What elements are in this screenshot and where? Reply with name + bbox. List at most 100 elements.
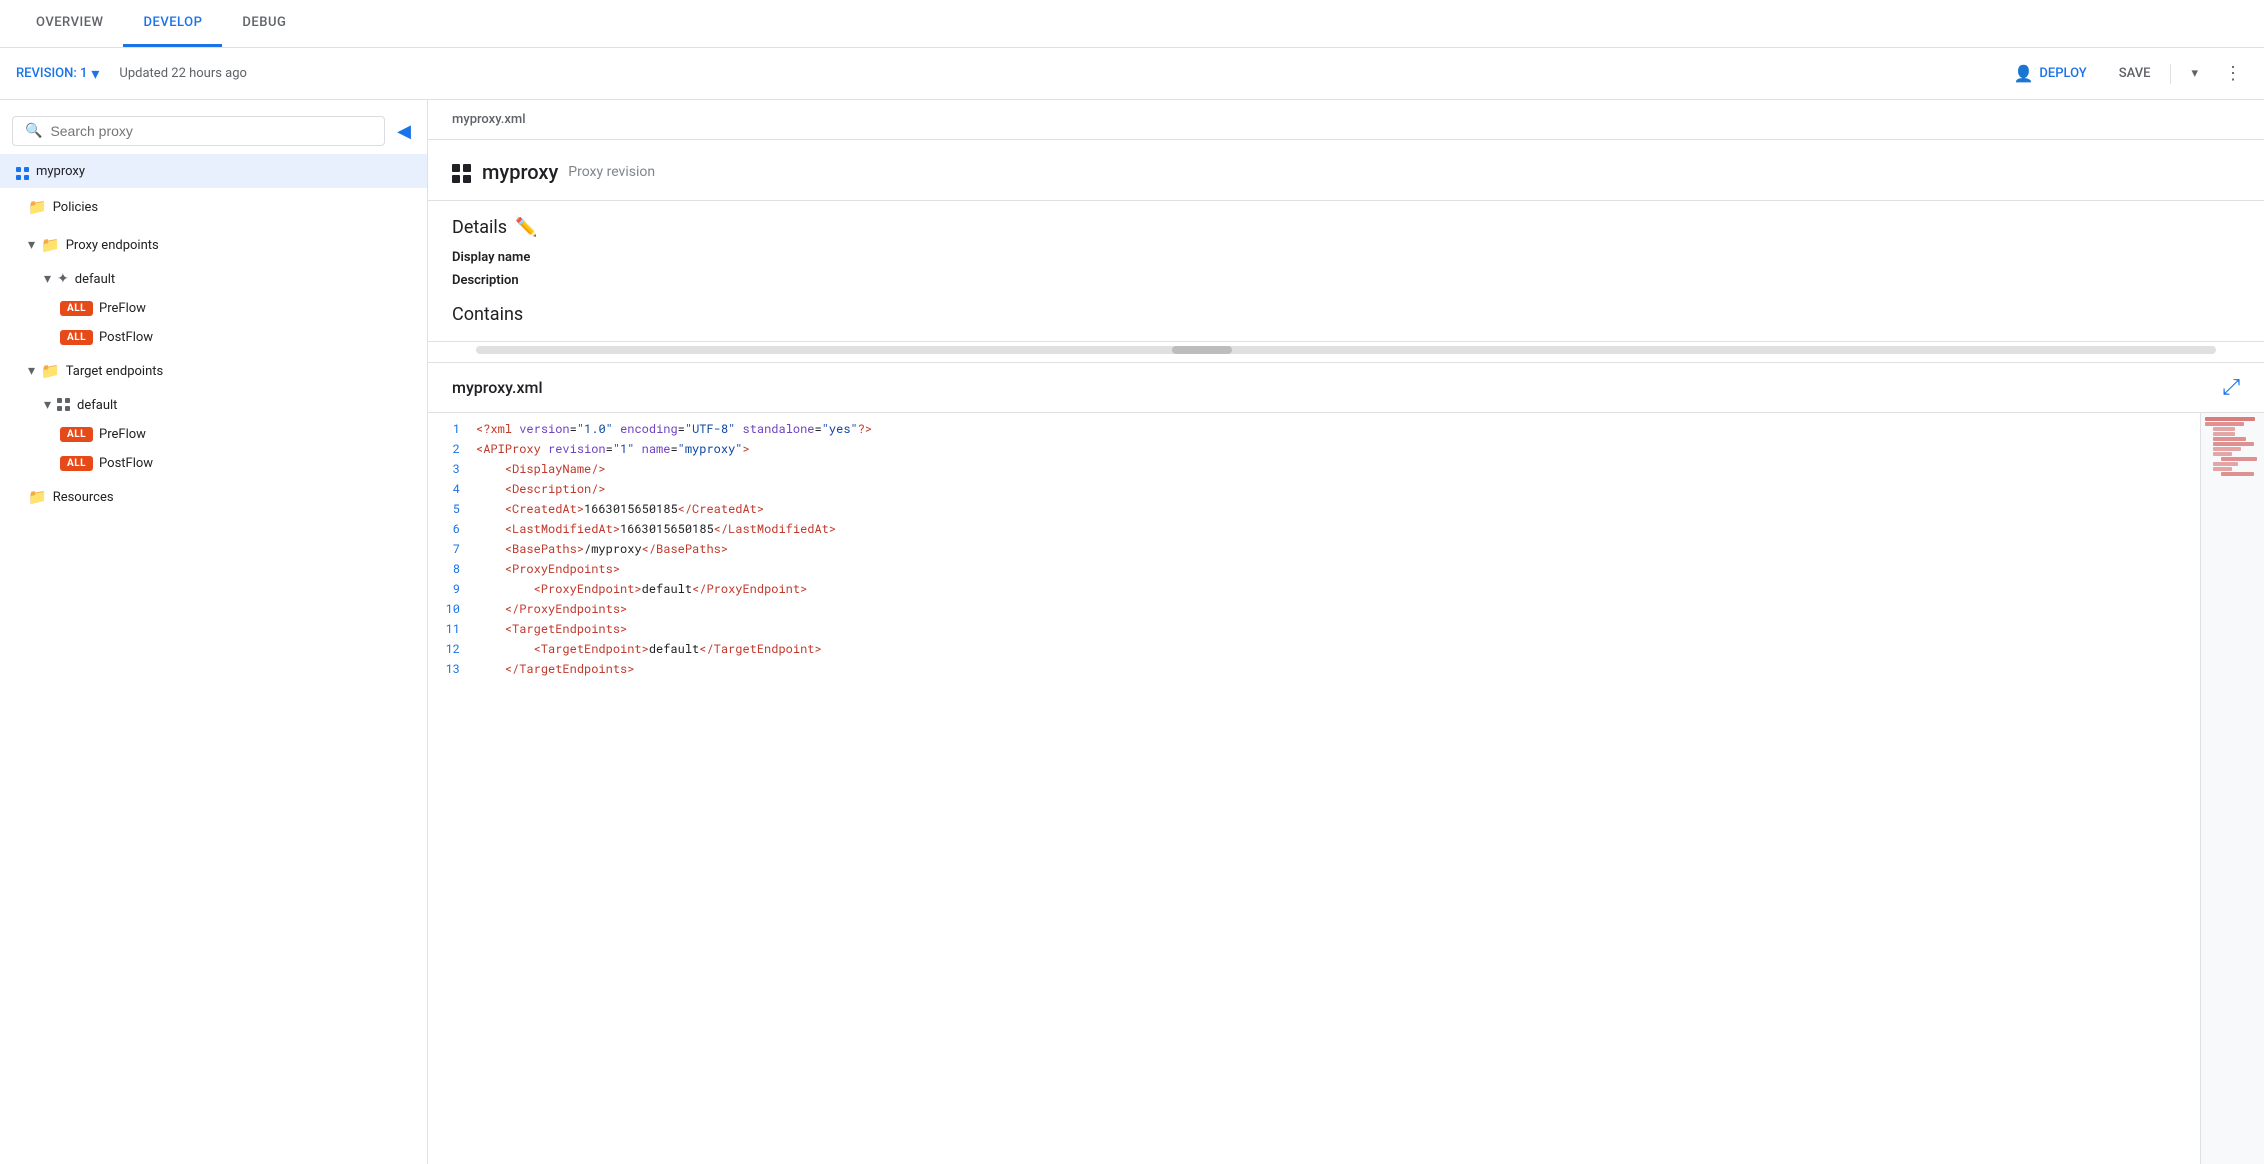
sidebar-item-myproxy[interactable]: myproxy [0, 154, 427, 188]
sidebar: 🔍 ◀ myproxy 📁 Policies ⊕ [0, 100, 428, 1164]
breadcrumb-text: myproxy.xml [452, 112, 526, 127]
target-endpoints-folder-icon: 📁 [41, 362, 60, 380]
deploy-label: DEPLOY [2039, 66, 2086, 81]
contains-section: Contains [452, 304, 2240, 325]
sidebar-item-default-target-label: default [77, 398, 415, 413]
details-edit-icon[interactable]: ✏️ [515, 217, 537, 238]
sidebar-item-myproxy-label: myproxy [36, 164, 415, 179]
default-target-chevron-icon: ▾ [44, 397, 51, 413]
code-line-3: 3 <DisplayName/> [428, 461, 2200, 481]
horizontal-scrollbar[interactable] [428, 342, 2264, 362]
code-line-12: 12 <TargetEndpoint>default</TargetEndpoi… [428, 641, 2200, 661]
save-dropdown-button[interactable]: ▾ [2179, 60, 2210, 87]
content-header: myproxy Proxy revision [428, 140, 2264, 201]
tab-overview[interactable]: OVERVIEW [16, 1, 123, 47]
content-proxy-name: myproxy [482, 160, 558, 184]
display-name-label: Display name [452, 250, 572, 265]
details-display-name-row: Display name [452, 250, 2240, 265]
save-button[interactable]: SAVE [2107, 60, 2163, 87]
policies-folder-icon: 📁 [28, 198, 47, 216]
search-icon: 🔍 [25, 123, 42, 139]
deploy-person-icon: 👤 [2013, 64, 2033, 83]
details-title: Details ✏️ [452, 217, 2240, 238]
save-divider [2170, 64, 2171, 84]
sidebar-item-resources-label: Resources [53, 490, 393, 505]
toolbar-right: 👤 DEPLOY SAVE ▾ ⋮ [2001, 58, 2248, 89]
proxy-endpoints-folder-icon: 📁 [41, 236, 60, 254]
content-proxy-icon [452, 160, 472, 184]
proxy-endpoints-chevron-icon: ▾ [28, 237, 35, 253]
code-line-2: 2 <APIProxy revision="1" name="myproxy"> [428, 441, 2200, 461]
updated-text: Updated 22 hours ago [119, 66, 247, 81]
sidebar-item-policies[interactable]: 📁 Policies ⊕ [0, 188, 427, 226]
sidebar-item-preflow-target-label: PreFlow [99, 427, 415, 442]
top-tab-bar: OVERVIEW DEVELOP DEBUG [0, 0, 2264, 48]
details-panel: Details ✏️ Display name Description Cont… [428, 201, 2264, 342]
toolbar: REVISION: 1 ▾ Updated 22 hours ago 👤 DEP… [0, 48, 2264, 100]
xml-header: myproxy.xml ⤢ [428, 363, 2264, 413]
xml-expand-icon[interactable]: ⤢ [2222, 375, 2240, 400]
code-line-4: 4 <Description/> [428, 481, 2200, 501]
content-area: myproxy.xml myproxy Proxy revision Detai… [428, 100, 2264, 1164]
sidebar-item-default-target[interactable]: ▾ default [0, 390, 427, 420]
sidebar-item-target-endpoints[interactable]: ▾ 📁 Target endpoints ⊕ [0, 352, 427, 390]
code-line-11: 11 <TargetEndpoints> [428, 621, 2200, 641]
tab-debug[interactable]: DEBUG [222, 1, 306, 47]
search-input[interactable] [50, 123, 372, 139]
sidebar-item-postflow-target-label: PostFlow [99, 456, 415, 471]
sidebar-item-default-proxy-label: default [75, 272, 415, 287]
sidebar-item-preflow-target[interactable]: ALL PreFlow [0, 420, 427, 449]
code-line-5: 5 <CreatedAt>1663015650185</CreatedAt> [428, 501, 2200, 521]
scrollbar-track [476, 346, 2216, 354]
content-breadcrumb: myproxy.xml [428, 100, 2264, 140]
sidebar-item-preflow-proxy[interactable]: ALL PreFlow [0, 294, 427, 323]
code-line-10: 10 </ProxyEndpoints> [428, 601, 2200, 621]
sidebar-item-proxy-endpoints[interactable]: ▾ 📁 Proxy endpoints ⊕ [0, 226, 427, 264]
tab-develop[interactable]: DEVELOP [123, 1, 222, 47]
preflow-proxy-all-badge: ALL [60, 301, 93, 316]
default-proxy-target-icon: ✦ [57, 271, 69, 287]
resources-folder-icon: 📁 [28, 488, 47, 506]
sidebar-item-postflow-proxy-label: PostFlow [99, 330, 415, 345]
details-title-text: Details [452, 217, 507, 238]
content-proxy-subtitle: Proxy revision [568, 164, 655, 180]
code-line-1: 1 <?xml version="1.0" encoding="UTF-8" s… [428, 421, 2200, 441]
proxy-grid-icon [16, 161, 30, 181]
more-options-button[interactable]: ⋮ [2218, 59, 2248, 89]
postflow-proxy-all-badge: ALL [60, 330, 93, 345]
save-chevron-icon: ▾ [2191, 66, 2198, 81]
description-label: Description [452, 273, 572, 288]
xml-wrapper: 1 <?xml version="1.0" encoding="UTF-8" s… [428, 413, 2264, 1164]
sidebar-item-postflow-proxy[interactable]: ALL PostFlow [0, 323, 427, 352]
revision-label: REVISION: 1 [16, 66, 87, 81]
default-target-grid-icon [57, 398, 71, 413]
xml-section: myproxy.xml ⤢ 1 <?xml version="1.0" enco… [428, 362, 2264, 1164]
search-area: 🔍 ◀ [0, 100, 427, 154]
code-line-7: 7 <BasePaths>/myproxy</BasePaths> [428, 541, 2200, 561]
code-line-6: 6 <LastModifiedAt>1663015650185</LastMod… [428, 521, 2200, 541]
sidebar-item-proxy-endpoints-label: Proxy endpoints [66, 238, 393, 253]
revision-button[interactable]: REVISION: 1 ▾ [16, 64, 99, 83]
revision-chevron-icon: ▾ [91, 64, 99, 83]
default-proxy-chevron-icon: ▾ [44, 271, 51, 287]
deploy-button[interactable]: 👤 DEPLOY [2001, 58, 2098, 89]
details-description-row: Description [452, 273, 2240, 288]
search-box[interactable]: 🔍 [12, 116, 385, 146]
collapse-sidebar-button[interactable]: ◀ [393, 117, 415, 146]
minimap [2200, 413, 2264, 1164]
sidebar-item-resources[interactable]: 📁 Resources ⊕ [0, 478, 427, 516]
scrollbar-thumb [1172, 346, 1232, 354]
code-editor[interactable]: 1 <?xml version="1.0" encoding="UTF-8" s… [428, 413, 2200, 1164]
contains-title: Contains [452, 304, 523, 325]
postflow-target-all-badge: ALL [60, 456, 93, 471]
code-line-9: 9 <ProxyEndpoint>default</ProxyEndpoint> [428, 581, 2200, 601]
preflow-target-all-badge: ALL [60, 427, 93, 442]
code-line-13: 13 </TargetEndpoints> [428, 661, 2200, 681]
main-layout: 🔍 ◀ myproxy 📁 Policies ⊕ [0, 100, 2264, 1164]
xml-filename: myproxy.xml [452, 378, 543, 397]
sidebar-item-postflow-target[interactable]: ALL PostFlow [0, 449, 427, 478]
code-line-8: 8 <ProxyEndpoints> [428, 561, 2200, 581]
target-endpoints-chevron-icon: ▾ [28, 363, 35, 379]
sidebar-item-target-endpoints-label: Target endpoints [66, 364, 393, 379]
sidebar-item-default-proxy[interactable]: ▾ ✦ default [0, 264, 427, 294]
